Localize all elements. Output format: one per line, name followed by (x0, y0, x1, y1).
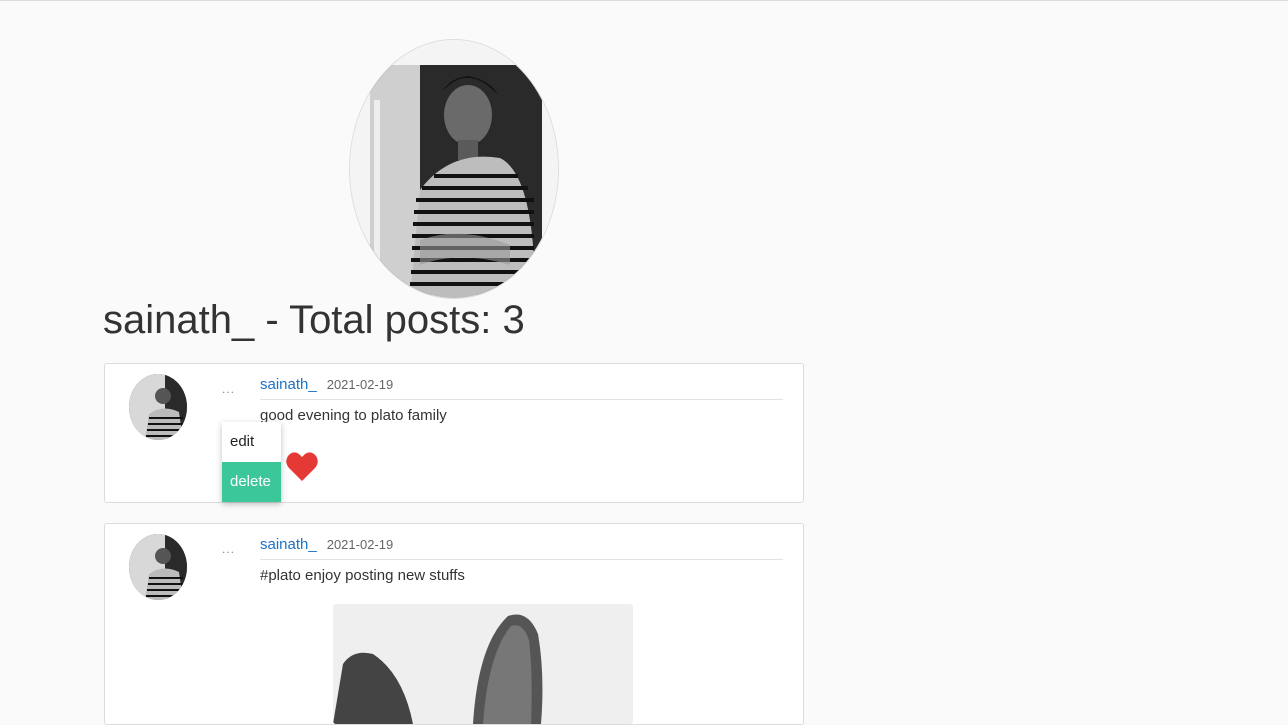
post-text: good evening to plato family (260, 407, 447, 424)
profile-picture (349, 39, 559, 299)
avatar[interactable] (129, 374, 187, 440)
post-date: 2021-02-19 (326, 377, 394, 392)
post-image[interactable] (333, 604, 633, 724)
title-separator: - (254, 298, 290, 342)
edit-menu-item[interactable]: edit (222, 422, 281, 462)
heart-icon[interactable] (285, 451, 319, 483)
post-card: ... sainath_ 2021-02-19 good evening to p… (104, 363, 804, 503)
post-header: sainath_ 2021-02-19 (260, 376, 783, 400)
title-username: sainath_ (103, 298, 255, 342)
avatar[interactable] (129, 534, 187, 600)
post-date: 2021-02-19 (326, 537, 394, 552)
delete-menu-item[interactable]: delete (222, 462, 281, 502)
post-card: ... sainath_ 2021-02-19 #plato enjoy post… (104, 523, 804, 725)
post-text: #plato enjoy posting new stuffs (260, 567, 465, 584)
title-total-label: Total posts: (289, 298, 492, 342)
total-posts-count: 3 (502, 298, 525, 342)
more-dots-icon[interactable]: ... (222, 383, 235, 395)
post-options-menu: edit delete (222, 422, 281, 502)
post-username-link[interactable]: sainath_ (260, 536, 317, 553)
post-header: sainath_ 2021-02-19 (260, 536, 783, 560)
top-border (0, 0, 1288, 1)
page-title: sainath_ - Total posts: 3 (103, 298, 525, 343)
more-dots-icon[interactable]: ... (222, 543, 235, 555)
post-username-link[interactable]: sainath_ (260, 376, 317, 393)
